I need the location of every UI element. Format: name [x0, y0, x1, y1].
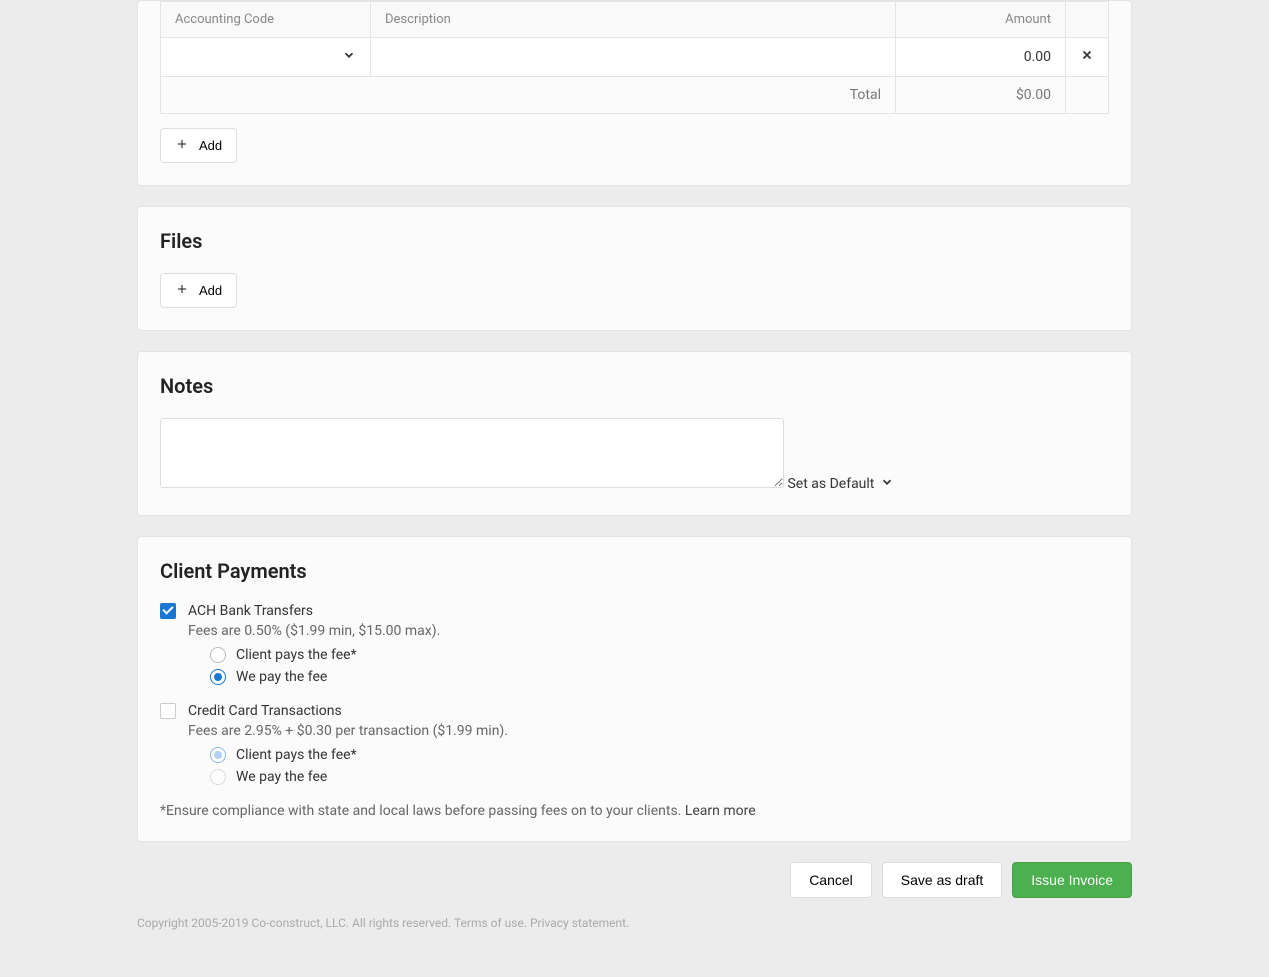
client-payments-panel: Client Payments ACH Bank Transfers Fees …	[137, 536, 1132, 842]
chevron-down-icon	[342, 48, 356, 66]
notes-textarea[interactable]	[160, 418, 784, 488]
accounting-code-cell[interactable]	[161, 38, 371, 77]
radio-label: Client pays the fee*	[236, 647, 357, 663]
compliance-note: *Ensure compliance with state and local …	[160, 803, 1109, 819]
description-cell[interactable]	[371, 38, 896, 77]
ach-label: ACH Bank Transfers	[188, 603, 313, 619]
add-file-label: Add	[199, 283, 222, 298]
col-header-amount: Amount	[896, 2, 1066, 38]
cc-we-pay-radio[interactable]: We pay the fee	[210, 769, 1109, 785]
ach-we-pay-radio[interactable]: We pay the fee	[210, 669, 1109, 685]
remove-row-button[interactable]	[1066, 38, 1109, 77]
table-row: 0.00	[161, 38, 1109, 77]
client-payments-title: Client Payments	[160, 559, 1109, 583]
set-default-label: Set as Default	[787, 476, 874, 492]
cc-fee-options: Client pays the fee* We pay the fee	[210, 747, 1109, 785]
plus-icon	[175, 137, 189, 154]
radio-label: Client pays the fee*	[236, 747, 357, 763]
ach-checkbox[interactable]	[160, 603, 176, 619]
privacy-link[interactable]: Privacy statement.	[530, 916, 629, 930]
notes-title: Notes	[160, 374, 1109, 398]
save-draft-button[interactable]: Save as draft	[882, 862, 1003, 898]
add-file-button[interactable]: Add	[160, 273, 237, 308]
cancel-button[interactable]: Cancel	[790, 862, 872, 898]
cc-fees: Fees are 2.95% + $0.30 per transaction (…	[188, 723, 1109, 739]
radio-icon	[210, 669, 226, 685]
total-label: Total	[161, 77, 896, 114]
issue-invoice-button[interactable]: Issue Invoice	[1012, 862, 1132, 898]
radio-icon	[210, 647, 226, 663]
radio-label: We pay the fee	[236, 669, 327, 685]
line-items-panel: Accounting Code Description Amount	[137, 0, 1132, 186]
terms-link[interactable]: Terms of use.	[454, 916, 527, 930]
ach-client-pays-radio[interactable]: Client pays the fee*	[210, 647, 1109, 663]
files-panel: Files Add	[137, 206, 1132, 331]
add-line-item-button[interactable]: Add	[160, 128, 237, 163]
radio-label: We pay the fee	[236, 769, 327, 785]
radio-icon	[210, 769, 226, 785]
radio-icon	[210, 747, 226, 763]
amount-cell[interactable]: 0.00	[896, 38, 1066, 77]
line-items-table: Accounting Code Description Amount	[160, 1, 1109, 114]
add-line-item-label: Add	[199, 138, 222, 153]
total-value: $0.00	[896, 77, 1066, 114]
col-header-description: Description	[371, 2, 896, 38]
cc-client-pays-radio[interactable]: Client pays the fee*	[210, 747, 1109, 763]
close-icon	[1080, 48, 1094, 66]
set-default-dropdown[interactable]: Set as Default	[787, 475, 894, 493]
copyright: Copyright 2005-2019 Co-construct, LLC. A…	[137, 916, 451, 930]
learn-more-link[interactable]: Learn more	[685, 803, 756, 819]
amount-value: 0.00	[1024, 49, 1051, 65]
plus-icon	[175, 282, 189, 299]
ach-fees: Fees are 0.50% ($1.99 min, $15.00 max).	[188, 623, 1109, 639]
footer: Copyright 2005-2019 Co-construct, LLC. A…	[137, 916, 1132, 950]
col-header-actions	[1066, 2, 1109, 38]
cc-label: Credit Card Transactions	[188, 703, 342, 719]
col-header-code: Accounting Code	[161, 2, 371, 38]
chevron-down-icon	[880, 475, 894, 493]
cc-checkbox[interactable]	[160, 703, 176, 719]
total-row: Total $0.00	[161, 77, 1109, 114]
ach-fee-options: Client pays the fee* We pay the fee	[210, 647, 1109, 685]
files-title: Files	[160, 229, 1109, 253]
notes-panel: Notes Set as Default	[137, 351, 1132, 516]
action-bar: Cancel Save as draft Issue Invoice	[137, 862, 1132, 898]
